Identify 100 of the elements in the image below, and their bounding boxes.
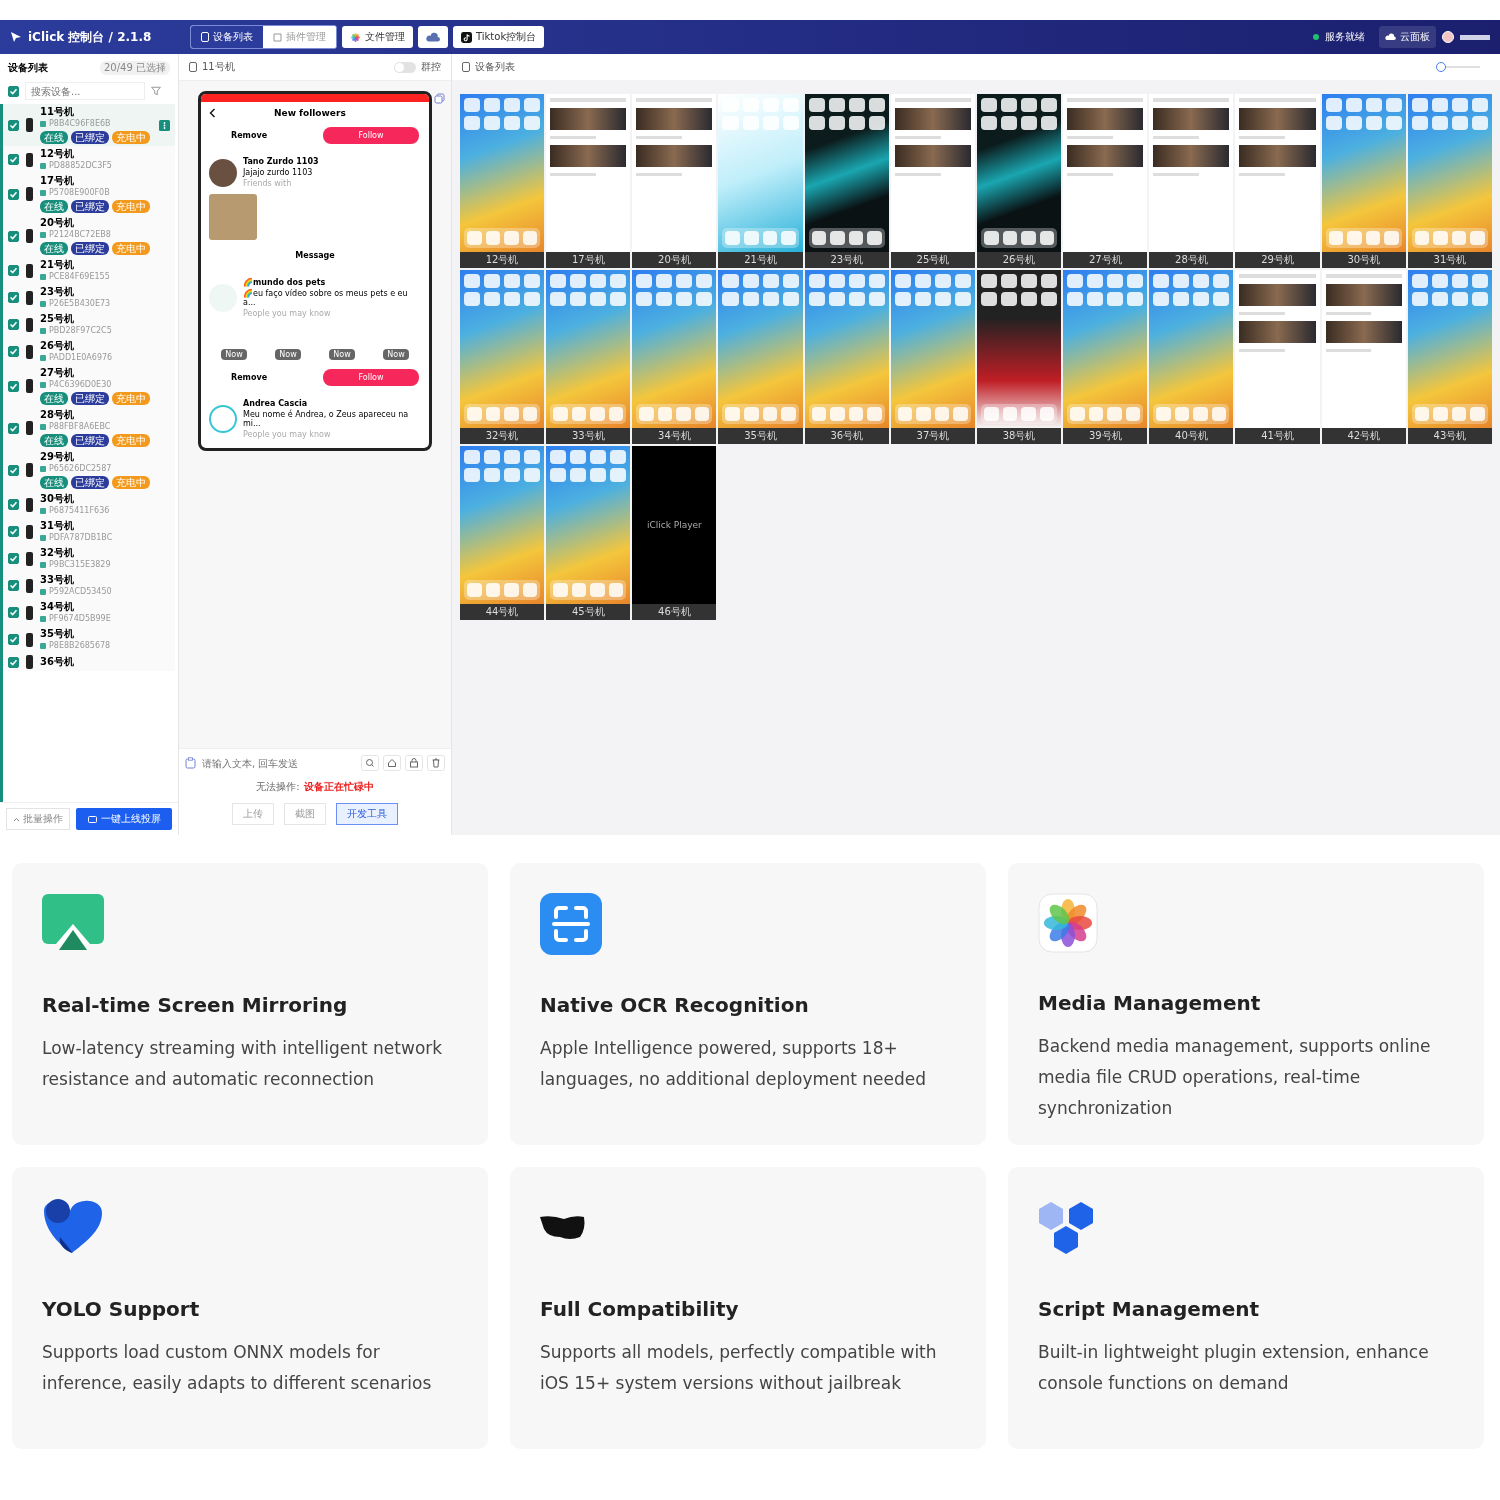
- device-item[interactable]: 31号机 PDFA787DB1BC: [3, 518, 175, 545]
- search-icon[interactable]: [361, 755, 379, 771]
- device-checkbox[interactable]: [8, 188, 19, 200]
- device-checkbox[interactable]: [8, 607, 19, 618]
- select-all-checkbox[interactable]: [8, 85, 19, 97]
- screen-thumbnail[interactable]: [460, 94, 545, 252]
- avatar[interactable]: [1442, 31, 1454, 43]
- screen-thumbnail[interactable]: [460, 270, 545, 428]
- screen-thumbnail[interactable]: [804, 270, 889, 428]
- nav-tab[interactable]: 设备列表: [191, 26, 263, 48]
- device-checkbox[interactable]: [8, 346, 19, 357]
- device-checkbox[interactable]: [8, 464, 19, 476]
- screen-thumbnail[interactable]: [718, 94, 803, 252]
- shape-icon: [540, 1215, 586, 1241]
- device-checkbox[interactable]: [8, 119, 19, 131]
- device-item[interactable]: 29号机 P65626DC2587 在线 已绑定 充电中: [3, 449, 175, 491]
- screen-thumbnail[interactable]: [1235, 270, 1320, 428]
- status-tag: 已绑定: [71, 476, 109, 489]
- device-checkbox[interactable]: [8, 380, 19, 392]
- feature-text: Backend media management, supports online media file CRUD operations, real-time synchronization: [1038, 1035, 1432, 1120]
- device-checkbox[interactable]: [8, 230, 19, 242]
- follow-button[interactable]: Follow: [323, 127, 419, 144]
- screen-thumbnail[interactable]: [1149, 94, 1234, 252]
- device-item[interactable]: 35号机 P8E8B2685678: [3, 626, 175, 653]
- screen-thumbnail[interactable]: [546, 446, 631, 604]
- screen-thumbnail[interactable]: [1407, 270, 1492, 428]
- screen-thumbnail[interactable]: [1235, 94, 1320, 252]
- batch-button[interactable]: 批量操作: [6, 808, 70, 830]
- screen-thumbnail[interactable]: [1321, 270, 1406, 428]
- device-checkbox[interactable]: [8, 154, 19, 165]
- nav-button[interactable]: Tiktok控制台: [453, 26, 545, 48]
- device-checkbox[interactable]: [8, 422, 19, 434]
- user-note: People you may know: [243, 430, 332, 439]
- notice-value: 设备正在忙碌中: [303, 780, 374, 794]
- screen-thumbnail[interactable]: [1407, 94, 1492, 252]
- device-item[interactable]: 17号机 P5708E900F0B 在线 已绑定 充电中: [3, 173, 175, 215]
- lock-icon[interactable]: [405, 755, 423, 771]
- screen-thumbnail[interactable]: [1149, 270, 1234, 428]
- nav-button[interactable]: 文件管理: [342, 26, 413, 48]
- screen-thumbnail[interactable]: [632, 270, 717, 428]
- device-item[interactable]: 26号机 PADD1E0A6976: [3, 338, 175, 365]
- follow-button[interactable]: Follow: [323, 369, 419, 386]
- device-item[interactable]: 25号机 PBD28F97C2C5: [3, 311, 175, 338]
- device-checkbox[interactable]: [8, 319, 19, 330]
- cloud-panel-button[interactable]: 云面板: [1379, 26, 1436, 48]
- remove-button[interactable]: Remove: [231, 373, 268, 382]
- screen-thumbnail[interactable]: [632, 94, 717, 252]
- remove-button[interactable]: Remove: [231, 131, 268, 140]
- device-item[interactable]: 28号机 P88FBF8A6EBC 在线 已绑定 充电中: [3, 407, 175, 449]
- screen-thumbnail[interactable]: iClick Player: [632, 446, 717, 604]
- device-item[interactable]: 36号机: [3, 653, 175, 671]
- screen-thumbnail[interactable]: [1321, 94, 1406, 252]
- screen-label: 27号机: [1087, 253, 1123, 267]
- device-serial: P8B4C96F8E6B: [49, 119, 111, 129]
- screen-icon: [87, 815, 97, 823]
- screen-thumbnail[interactable]: [977, 94, 1062, 252]
- screen-thumbnail[interactable]: [1063, 94, 1148, 252]
- device-checkbox[interactable]: [8, 292, 19, 303]
- screen-label: 32号机: [484, 429, 520, 443]
- device-checkbox[interactable]: [8, 499, 19, 510]
- screen-thumbnail[interactable]: [546, 270, 631, 428]
- back-icon[interactable]: [209, 108, 216, 118]
- group-control-toggle[interactable]: [394, 61, 416, 73]
- screen-thumbnail[interactable]: [718, 270, 803, 428]
- screen-thumbnail[interactable]: [546, 94, 631, 252]
- device-item[interactable]: 27号机 P4C6396D0E30 在线 已绑定 充电中: [3, 365, 175, 407]
- device-item[interactable]: 23号机 P26E5B430E73: [3, 284, 175, 311]
- device-item[interactable]: 20号机 P2124BC72EB8 在线 已绑定 充电中: [3, 215, 175, 257]
- screen-thumbnail[interactable]: [890, 270, 975, 428]
- screen-thumbnail[interactable]: [1063, 270, 1148, 428]
- home-icon[interactable]: [383, 755, 401, 771]
- device-checkbox[interactable]: [8, 580, 19, 591]
- device-item[interactable]: 33号机 P592ACD53450: [3, 572, 175, 599]
- more-icon[interactable]: [159, 119, 170, 131]
- slider-thumb[interactable]: [1436, 62, 1446, 72]
- device-item[interactable]: 21号机 PCE84F69E155: [3, 257, 175, 284]
- filter-icon[interactable]: [151, 86, 161, 96]
- screen-thumbnail[interactable]: [890, 94, 975, 252]
- search-field[interactable]: 搜索设备...: [25, 82, 145, 100]
- screen-thumbnail[interactable]: [977, 270, 1062, 428]
- device-item[interactable]: 12号机 PD88852DC3F5: [3, 146, 175, 173]
- tool-button[interactable]: 开发工具: [336, 803, 398, 825]
- device-checkbox[interactable]: [8, 265, 19, 276]
- device-item[interactable]: 30号机 P6875411F636: [3, 491, 175, 518]
- screen-label: 36号机: [829, 429, 865, 443]
- device-item[interactable]: 32号机 P9BC315E3829: [3, 545, 175, 572]
- device-item[interactable]: 34号机 PF9674D5B99E: [3, 599, 175, 626]
- device-item[interactable]: 11号机 P8B4C96F8E6B 在线 已绑定 充电中: [3, 104, 175, 146]
- screen-label: 43号机: [1432, 429, 1468, 443]
- cloud-button[interactable]: [418, 26, 448, 48]
- device-checkbox[interactable]: [8, 526, 19, 537]
- trash-icon[interactable]: [427, 755, 445, 771]
- screen-thumbnail[interactable]: [460, 446, 545, 604]
- device-name: 27号机: [40, 367, 75, 379]
- copy-icon[interactable]: [434, 93, 445, 104]
- screen-thumbnail[interactable]: [804, 94, 889, 252]
- device-checkbox[interactable]: [8, 553, 19, 564]
- cast-button[interactable]: 一键上线投屏: [76, 808, 172, 830]
- device-checkbox[interactable]: [8, 634, 19, 645]
- device-checkbox[interactable]: [8, 656, 19, 668]
